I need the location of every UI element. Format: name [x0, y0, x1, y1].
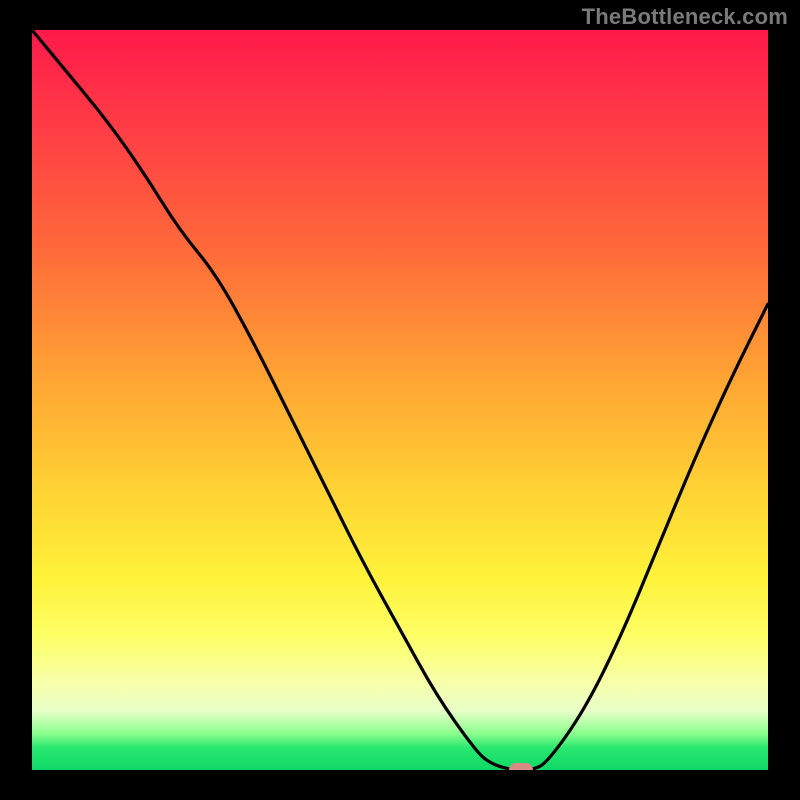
- optimal-point-marker: [509, 763, 533, 770]
- plot-area: [32, 30, 768, 770]
- bottleneck-curve: [32, 30, 768, 770]
- curve-path: [32, 30, 768, 770]
- watermark-text: TheBottleneck.com: [582, 4, 788, 30]
- chart-frame: TheBottleneck.com: [0, 0, 800, 800]
